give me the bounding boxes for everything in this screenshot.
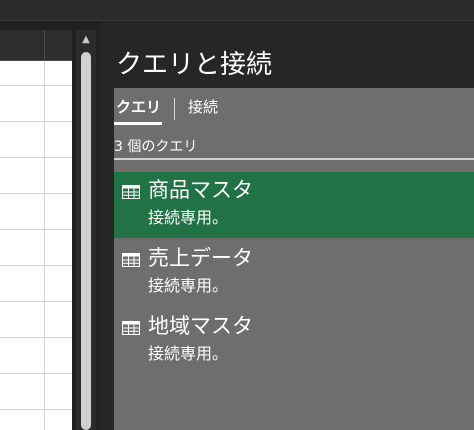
query-status: 接続専用。 xyxy=(148,344,229,363)
tab-queries[interactable]: クエリ xyxy=(116,96,161,118)
query-item-product-master[interactable]: 商品マスタ 接続専用。 xyxy=(114,172,474,238)
table-icon xyxy=(122,185,140,199)
top-bar xyxy=(0,0,474,21)
grid-row-line xyxy=(0,229,72,230)
tab-connections[interactable]: 接続 xyxy=(188,96,218,118)
query-list: 商品マスタ 接続専用。 売上データ 接続専用。 地域マスタ 接続専用。 xyxy=(114,172,474,376)
grid-row-line xyxy=(0,301,72,302)
grid-row-line xyxy=(0,121,72,122)
grid-row-line xyxy=(0,265,72,266)
grid-row-line xyxy=(0,409,72,410)
sheet-column-header xyxy=(0,30,72,61)
column-divider xyxy=(44,30,45,60)
app-window: ▲ クエリと接続 クエリ 接続 3 個のクエリ 商品マスタ 接続専用。 売上デー… xyxy=(0,0,474,430)
query-name: 商品マスタ xyxy=(148,178,253,202)
queries-connections-pane: クエリと接続 クエリ 接続 3 個のクエリ 商品マスタ 接続専用。 売上データ … xyxy=(100,22,474,430)
query-name: 地域マスタ xyxy=(148,314,253,338)
spreadsheet-area xyxy=(0,30,72,430)
active-tab-indicator xyxy=(114,122,162,125)
list-divider xyxy=(114,158,474,160)
grid-row-line xyxy=(0,157,72,158)
grid-row-line xyxy=(0,337,72,338)
query-name: 売上データ xyxy=(148,246,253,270)
table-icon xyxy=(122,321,140,335)
query-item-region-master[interactable]: 地域マスタ 接続専用。 xyxy=(114,308,474,374)
pane-title: クエリと接続 xyxy=(116,50,273,80)
scroll-up-arrow-icon[interactable]: ▲ xyxy=(80,34,92,46)
tab-separator xyxy=(174,98,175,120)
query-count: 3 個のクエリ xyxy=(114,139,198,155)
vertical-scrollbar[interactable]: ▲ xyxy=(76,30,96,430)
grid-column-line xyxy=(44,61,45,430)
table-icon xyxy=(122,253,140,267)
pane-tabs: クエリ 接続 xyxy=(114,96,474,125)
sheet-grid[interactable] xyxy=(0,61,72,430)
grid-row-line xyxy=(0,373,72,374)
grid-row-line xyxy=(0,85,72,86)
grid-row-line xyxy=(0,193,72,194)
query-item-sales-data[interactable]: 売上データ 接続専用。 xyxy=(114,240,474,306)
query-status: 接続専用。 xyxy=(148,276,229,295)
scrollbar-thumb[interactable] xyxy=(81,52,91,430)
query-status: 接続専用。 xyxy=(148,208,229,227)
pane-body: クエリ 接続 3 個のクエリ 商品マスタ 接続専用。 売上データ 接続専用。 地… xyxy=(114,88,474,430)
